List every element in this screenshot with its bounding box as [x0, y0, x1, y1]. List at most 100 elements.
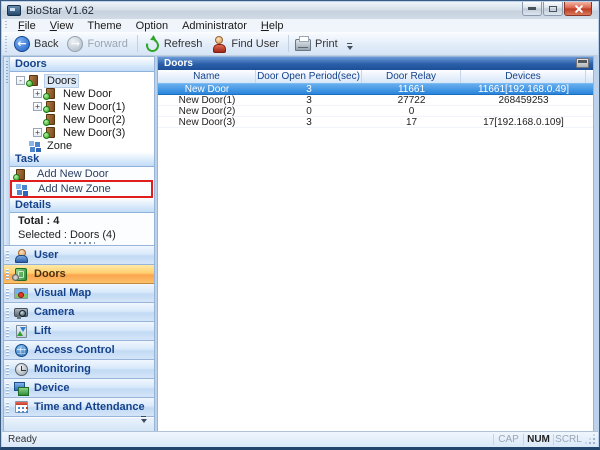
tree-item-new-door-2-[interactable]: +New Door(2)	[10, 113, 154, 126]
tree-item-label: New Door	[61, 88, 114, 100]
menu-item-theme[interactable]: Theme	[80, 20, 128, 32]
toolbar: Back Forward Refresh Find User Print	[2, 32, 598, 56]
content-panel-title: Doors	[164, 58, 193, 69]
nav-overflow-icon[interactable]	[140, 415, 149, 427]
nav-item-label: Lift	[34, 325, 51, 337]
table-cell: 3	[256, 117, 362, 127]
print-button[interactable]: Print	[292, 34, 344, 53]
menu-bar: FileViewThemeOptionAdministratorHelp	[2, 19, 598, 32]
nav-icon-box	[13, 308, 29, 317]
column-header-door-relay[interactable]: Door Relay	[362, 70, 461, 83]
table-cell: New Door	[158, 84, 256, 94]
toolbar-overflow-icon[interactable]	[346, 41, 355, 53]
close-button[interactable]	[564, 2, 592, 16]
sidebar-item-device[interactable]: Device	[4, 379, 154, 398]
app-window: BioStar V1.62 FileViewThemeOptionAdminis…	[0, 0, 600, 450]
menu-item-file[interactable]: File	[11, 20, 43, 32]
sidebar-item-visual-map[interactable]: Visual Map	[4, 284, 154, 303]
nav-item-label: Monitoring	[34, 363, 91, 375]
tree-item-zone[interactable]: +Zone	[10, 139, 154, 152]
menu-item-option[interactable]: Option	[129, 20, 175, 32]
forward-label: Forward	[87, 38, 127, 50]
add-new-zone-link[interactable]: Add New Zone	[12, 182, 151, 196]
details-section-header: Details	[10, 198, 154, 213]
tree-expander[interactable]: +	[33, 89, 42, 98]
nav-item-label: User	[34, 249, 58, 261]
table-cell: 3	[256, 84, 362, 94]
menu-item-view[interactable]: View	[43, 20, 81, 32]
nav-icon-box	[13, 325, 29, 338]
sidebar-item-lift[interactable]: Lift	[4, 322, 154, 341]
maximize-button[interactable]	[543, 2, 563, 16]
monitoring-icon	[15, 363, 28, 376]
sidebar-item-monitoring[interactable]: Monitoring	[4, 360, 154, 379]
visual-map-icon	[14, 288, 28, 299]
table-cell: New Door(3)	[158, 117, 256, 127]
column-header-name[interactable]: Name	[158, 70, 256, 83]
lift-icon	[16, 325, 27, 338]
window-title: BioStar V1.62	[26, 5, 94, 17]
add-door-icon	[16, 169, 25, 180]
toggle-cap: CAP	[493, 434, 523, 445]
menu-item-help[interactable]: Help	[254, 20, 291, 32]
column-header-devices[interactable]: Devices	[461, 70, 586, 83]
table-cell: 11661[192.168.0.49]	[461, 84, 586, 94]
table-row-3[interactable]: New Door(3)31717[192.168.0.109]	[158, 117, 593, 128]
camera-icon	[14, 308, 28, 317]
door-icon	[46, 127, 55, 138]
panel-options-icon[interactable]	[576, 58, 589, 68]
task-section-header: Task	[10, 152, 154, 167]
table-cell: 27722	[362, 95, 461, 105]
sidebar-item-time-and-attendance[interactable]: Time and Attendance	[4, 398, 154, 417]
add-new-door-link[interactable]: Add New Door	[12, 167, 151, 181]
access-control-icon	[15, 344, 28, 357]
keyboard-toggles: CAPNUMSCRL	[493, 434, 583, 445]
toggle-scrl: SCRL	[553, 434, 583, 445]
toolbar-separator	[288, 35, 289, 52]
find-user-button[interactable]: Find User	[208, 34, 285, 54]
tree-item-new-door-3-[interactable]: +New Door(3)	[10, 126, 154, 139]
nav-icon-box	[13, 249, 29, 262]
nav-item-grip	[6, 250, 9, 261]
sidebar-item-user[interactable]: User	[4, 246, 154, 265]
menu-grip	[5, 21, 7, 30]
table-cell: New Door(2)	[158, 106, 256, 116]
menu-item-administrator[interactable]: Administrator	[175, 20, 254, 32]
tree-expander[interactable]: -	[16, 76, 25, 85]
table-cell: 11661	[362, 84, 461, 94]
tree-expander[interactable]: +	[33, 128, 42, 137]
nav-item-label: Access Control	[34, 344, 115, 356]
nav-icon-box	[13, 268, 29, 281]
find-user-icon	[211, 36, 227, 52]
tree-item-new-door[interactable]: + New Door	[10, 87, 154, 100]
refresh-button[interactable]: Refresh	[141, 34, 209, 54]
table-row-1[interactable]: New Door(1)327722268459253	[158, 95, 593, 106]
tree-expander[interactable]: +	[33, 102, 42, 111]
refresh-label: Refresh	[164, 38, 203, 50]
back-icon	[14, 36, 30, 52]
resize-grip[interactable]	[585, 434, 598, 447]
tree-item-new-door-1-[interactable]: +New Door(1)	[10, 100, 154, 113]
nav-item-grip	[6, 364, 9, 375]
column-header-filler	[586, 70, 593, 83]
column-header-door-open-period-sec-[interactable]: Door Open Period(sec)	[256, 70, 362, 83]
zone-icon	[29, 140, 41, 152]
refresh-icon	[144, 36, 160, 52]
title-bar[interactable]: BioStar V1.62	[2, 2, 598, 19]
tree-item-label: Zone	[45, 140, 74, 152]
sidebar-item-doors[interactable]: Doors	[4, 265, 154, 284]
back-button[interactable]: Back	[11, 34, 64, 54]
task-link-label: Add New Zone	[38, 183, 111, 195]
sidebar-item-access-control[interactable]: Access Control	[4, 341, 154, 360]
nav-icon-box	[13, 363, 29, 376]
toolbar-grip[interactable]	[5, 36, 7, 52]
table-row-0[interactable]: New Door31166111661[192.168.0.49]	[158, 83, 593, 95]
sidebar-item-camera[interactable]: Camera	[4, 303, 154, 322]
minimize-button[interactable]	[522, 2, 542, 16]
table-cell: 0	[256, 106, 362, 116]
tree-item-doors[interactable]: -Doors	[10, 74, 154, 87]
table-row-2[interactable]: New Door(2)00	[158, 106, 593, 117]
nav-icon-box	[13, 401, 29, 413]
forward-button[interactable]: Forward	[64, 34, 133, 54]
nav-item-grip	[6, 402, 9, 413]
